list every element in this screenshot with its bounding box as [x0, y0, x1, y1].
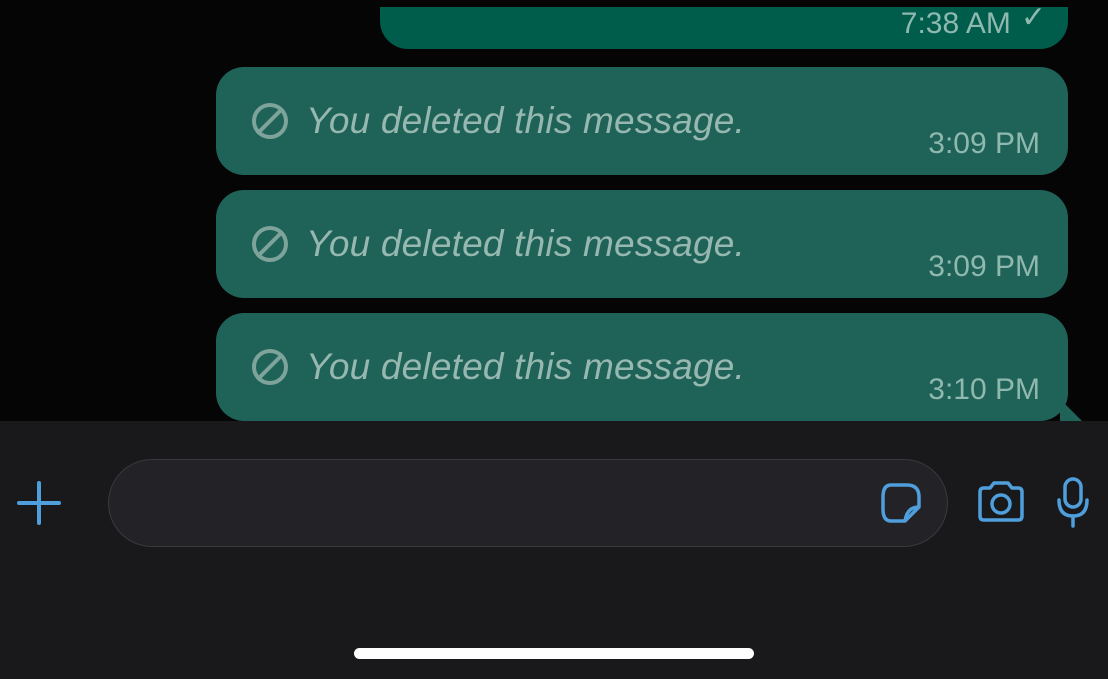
- plus-icon: [16, 480, 62, 526]
- outgoing-message-bubble-partial[interactable]: 7:38 AM ✓: [380, 7, 1068, 49]
- deleted-message-bubble[interactable]: You deleted this message. 3:10 PM: [216, 313, 1068, 421]
- prohibited-icon: [252, 103, 288, 139]
- attach-button[interactable]: [16, 480, 82, 526]
- sticker-button[interactable]: [879, 481, 923, 525]
- message-timestamp: 3:09 PM: [928, 127, 1040, 161]
- message-input[interactable]: [108, 459, 948, 547]
- prohibited-icon: [252, 226, 288, 262]
- sticker-icon: [879, 481, 923, 525]
- message-timestamp: 3:10 PM: [928, 373, 1040, 407]
- message-timestamp: 7:38 AM: [901, 7, 1011, 41]
- deleted-message-bubble[interactable]: You deleted this message. 3:09 PM: [216, 190, 1068, 298]
- deleted-message-bubble[interactable]: You deleted this message. 3:09 PM: [216, 67, 1068, 175]
- deleted-message-label: You deleted this message.: [306, 346, 745, 388]
- camera-button[interactable]: [974, 480, 1028, 526]
- deleted-message-label: You deleted this message.: [306, 100, 745, 142]
- camera-icon: [974, 480, 1028, 526]
- voice-record-button[interactable]: [1054, 476, 1092, 530]
- delivered-check-icon: ✓: [1021, 3, 1046, 33]
- home-indicator[interactable]: [354, 648, 754, 659]
- microphone-icon: [1054, 476, 1092, 530]
- composer-bar: [0, 421, 1108, 679]
- message-timestamp: 3:09 PM: [928, 250, 1040, 284]
- deleted-message-label: You deleted this message.: [306, 223, 745, 265]
- prohibited-icon: [252, 349, 288, 385]
- chat-message-list[interactable]: 7:38 AM ✓ You deleted this message. 3:09…: [0, 0, 1108, 421]
